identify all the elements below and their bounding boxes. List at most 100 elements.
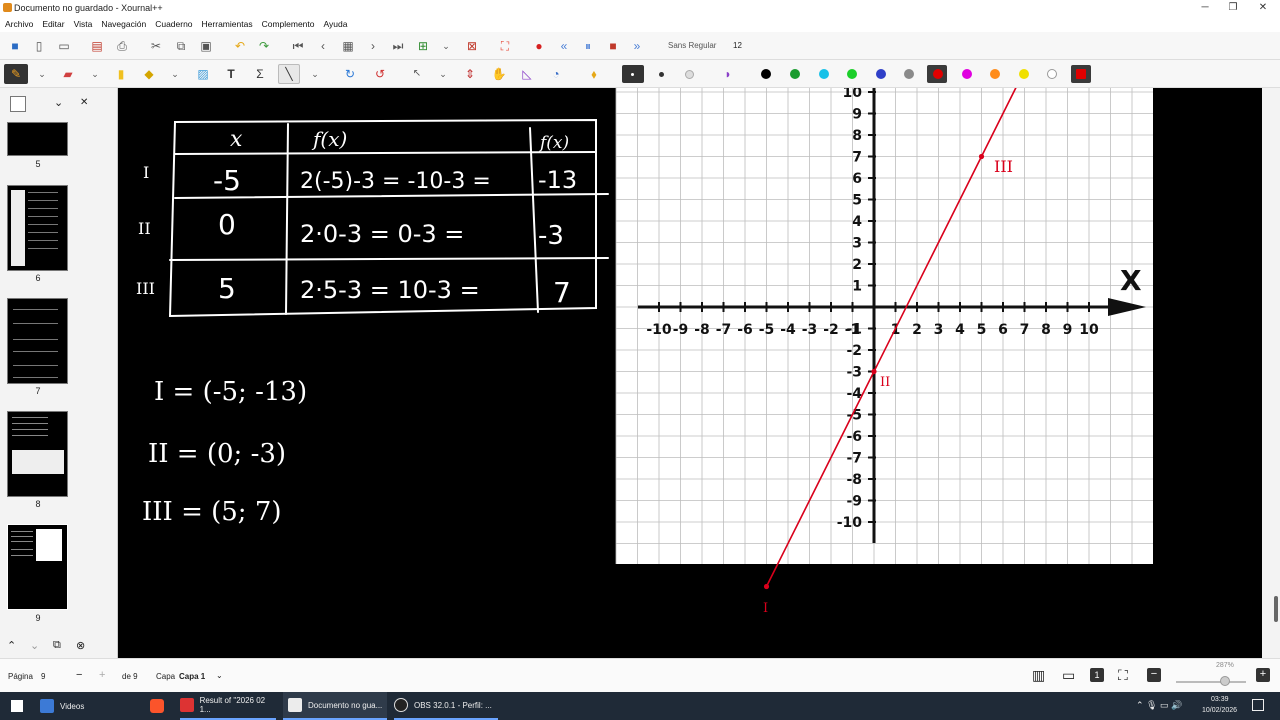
eraser-icon[interactable]: ▰ [60, 66, 76, 82]
notifications-icon[interactable] [1252, 699, 1264, 711]
menu-vista[interactable]: Vista [74, 19, 93, 29]
close-button[interactable]: ✕ [1248, 0, 1278, 16]
page-thumbnail[interactable] [7, 298, 68, 384]
page-input[interactable]: 9 [41, 672, 45, 681]
close-sidebar-icon[interactable]: ✕ [80, 97, 88, 108]
stop-icon[interactable]: ■ [605, 38, 621, 54]
color-blue[interactable] [876, 69, 886, 79]
zoom-out-icon[interactable]: − [1147, 668, 1161, 682]
font-selector[interactable]: Sans Regular 12 [660, 39, 755, 53]
vertical-space-icon[interactable]: ⇕ [462, 66, 478, 82]
clock-date[interactable]: 10/02/2026 [1202, 707, 1237, 714]
menu-cuaderno[interactable]: Cuaderno [155, 19, 192, 29]
page-thumbnail[interactable] [7, 411, 68, 497]
save-icon[interactable]: ■ [7, 38, 23, 54]
move-page-up-icon[interactable]: ⌃ [7, 639, 16, 652]
next-page-icon[interactable]: › [365, 38, 381, 54]
chevron-down-icon[interactable]: ⌄ [216, 671, 223, 680]
windows-start-icon[interactable] [11, 700, 23, 712]
pause-icon[interactable]: ⏸ [580, 38, 596, 54]
redo-icon[interactable]: ↷ [256, 38, 272, 54]
move-page-down-icon[interactable]: ⌄ [30, 639, 39, 652]
color-yellow[interactable] [1019, 69, 1029, 79]
color-gray[interactable] [904, 69, 914, 79]
scrollbar-thumb[interactable] [1274, 596, 1278, 622]
snap-icon[interactable]: ↺ [372, 66, 388, 82]
rotate-icon[interactable]: ↻ [342, 66, 358, 82]
pen-icon[interactable]: ✎ [8, 66, 24, 82]
single-page-view-icon[interactable]: ▭ [1062, 667, 1075, 684]
task-videos[interactable]: Videos [40, 692, 84, 720]
color-black[interactable] [761, 69, 771, 79]
color-green[interactable] [790, 69, 800, 79]
goto-page-icon[interactable]: ▦ [340, 38, 356, 54]
system-tray-icons[interactable]: ⌃ 🎙 ▭ 🔊 [1136, 700, 1182, 711]
latex-icon[interactable]: Σ [252, 66, 268, 82]
menu-complemento[interactable]: Complemento [262, 19, 315, 29]
sidebar-layout-icon[interactable] [10, 96, 26, 112]
menu-ayuda[interactable]: Ayuda [324, 19, 348, 29]
canvas-svg[interactable]: x f(x) f(x) I II III -5 2(-5)-3 = -10-3 … [118, 88, 1262, 658]
chevron-down-icon[interactable]: ⌄ [167, 66, 183, 82]
paste-icon[interactable]: ▣ [198, 38, 214, 54]
delete-page-icon[interactable]: ⊠ [464, 38, 480, 54]
menu-editar[interactable]: Editar [42, 19, 64, 29]
zoom-in-icon[interactable]: + [1256, 668, 1270, 682]
task-xournal[interactable]: Documento no gua... [283, 692, 387, 720]
open-folder-icon[interactable]: ▭ [56, 38, 72, 54]
fullscreen-icon[interactable]: ⛶ [497, 38, 513, 54]
first-page-icon[interactable]: ⏮ [290, 38, 306, 54]
page-increment-button[interactable]: + [99, 669, 105, 681]
color-lime[interactable] [847, 69, 857, 79]
menu-herramientas[interactable]: Herramientas [202, 19, 253, 29]
color-magenta[interactable] [962, 69, 972, 79]
copy-icon[interactable]: ⧉ [173, 38, 189, 54]
zoom-slider[interactable] [1176, 681, 1246, 683]
export-pdf-icon[interactable]: ▤ [89, 38, 105, 54]
page-decrement-button[interactable]: − [76, 669, 82, 681]
thickness-custom-icon[interactable]: ◗ [720, 66, 736, 82]
task-browser[interactable]: Result of "2026 02 1... [180, 692, 276, 720]
previous-page-icon[interactable]: ‹ [315, 38, 331, 54]
chevron-down-icon[interactable]: ⌄ [435, 66, 451, 82]
minimize-button[interactable]: ─ [1190, 0, 1220, 16]
thickness-thick-icon[interactable] [685, 70, 694, 79]
cut-icon[interactable]: ✂ [148, 38, 164, 54]
setsquare-icon[interactable]: ◺ [519, 66, 535, 82]
color-white[interactable] [1047, 69, 1057, 79]
record-icon[interactable]: ● [531, 38, 547, 54]
brave-icon[interactable] [150, 699, 164, 713]
line-icon[interactable]: ╲ [281, 66, 297, 82]
duplicate-page-icon[interactable]: ⧉ [53, 639, 61, 652]
color-cyan[interactable] [819, 69, 829, 79]
color-red[interactable] [933, 69, 943, 79]
text-tool-icon[interactable]: T [223, 66, 239, 82]
zoom-100-icon[interactable]: 1 [1090, 668, 1104, 682]
select-icon[interactable]: ↖ [409, 66, 425, 82]
fast-forward-icon[interactable]: » [629, 38, 645, 54]
color-custom[interactable] [1076, 69, 1086, 79]
maximize-button[interactable]: ❐ [1218, 0, 1248, 16]
drawing-canvas[interactable]: x f(x) f(x) I II III -5 2(-5)-3 = -10-3 … [118, 88, 1262, 658]
delete-page-icon[interactable]: ⊗ [76, 639, 85, 652]
page-thumbnail-current[interactable] [7, 524, 68, 610]
add-page-icon[interactable]: ⊞ [415, 38, 431, 54]
chevron-down-icon[interactable]: ⌄ [438, 38, 454, 54]
chevron-down-icon[interactable]: ⌄ [87, 66, 103, 82]
print-icon[interactable]: ⎙ [114, 38, 130, 54]
chevron-down-icon[interactable]: ⌄ [54, 96, 63, 109]
menu-navegacion[interactable]: Navegación [101, 19, 146, 29]
two-page-view-icon[interactable]: ▥ [1032, 667, 1045, 684]
vertical-scrollbar[interactable] [1262, 88, 1280, 658]
page-thumbnail[interactable] [7, 185, 68, 271]
thickness-medium-icon[interactable] [659, 72, 664, 77]
rewind-icon[interactable]: « [556, 38, 572, 54]
chevron-down-icon[interactable]: ⌄ [307, 66, 323, 82]
undo-icon[interactable]: ↶ [232, 38, 248, 54]
hand-icon[interactable]: ✋ [491, 66, 507, 82]
zoom-fit-icon[interactable]: ⛶ [1118, 667, 1128, 684]
last-page-icon[interactable]: ⏭ [390, 38, 406, 54]
chevron-down-icon[interactable]: ⌄ [34, 66, 50, 82]
thickness-fine-icon[interactable] [631, 73, 634, 76]
highlighter-icon[interactable]: ▮ [113, 66, 129, 82]
